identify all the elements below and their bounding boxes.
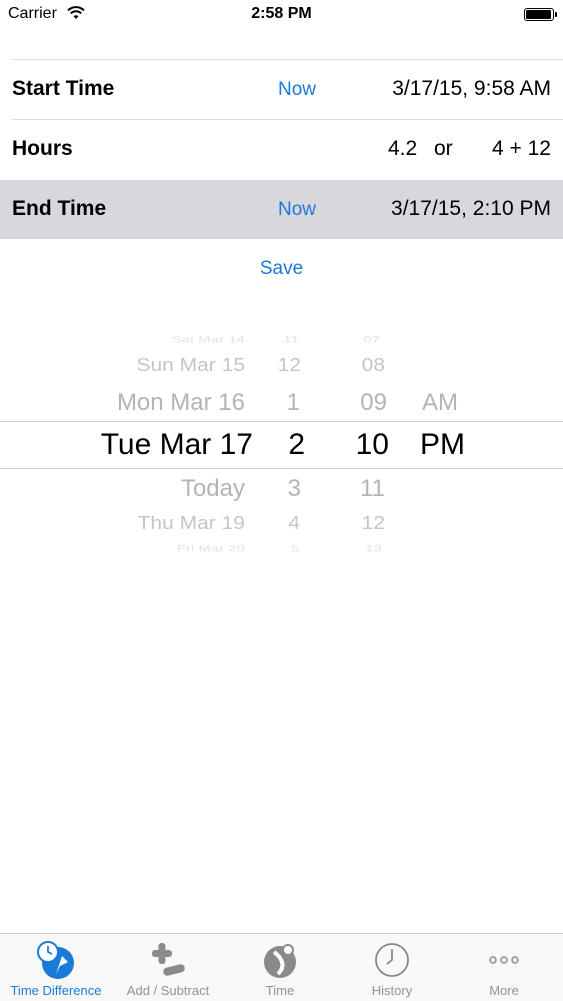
tab-time[interactable]: Time (224, 934, 336, 1001)
tab-more[interactable]: More (448, 934, 560, 1001)
picker-date-option[interactable]: Today (181, 475, 245, 503)
clock-compass-icon (37, 941, 74, 979)
picker-hour-selected[interactable]: 2 (288, 428, 305, 462)
end-now-button[interactable]: Now (278, 199, 316, 221)
picker-minute-option[interactable]: 07 (363, 334, 380, 345)
start-time-value: 3/17/15, 9:58 AM (392, 77, 551, 100)
picker-date-option[interactable]: Sat Mar 14 (172, 334, 245, 345)
picker-selection-top-line (0, 421, 563, 422)
picker-hour-option[interactable]: 11 (283, 334, 299, 345)
picker-selection-bottom-line (0, 468, 563, 469)
hours-decimal-value: 4.2 (388, 137, 418, 160)
picker-hour-option[interactable]: 4 (288, 514, 300, 535)
picker-minute-selected[interactable]: 10 (356, 428, 389, 462)
end-time-row[interactable]: End Time Now 3/17/15, 2:10 PM (0, 180, 563, 239)
picker-minute-option[interactable]: 13 (365, 543, 382, 554)
picker-date-option[interactable]: Thu Mar 19 (138, 514, 245, 535)
picker-date-selected[interactable]: Tue Mar 17 (101, 428, 253, 462)
status-bar: Carrier 2:58 PM (0, 0, 563, 30)
tab-label: More (489, 983, 519, 998)
picker-hour-option[interactable]: 5 (291, 543, 299, 554)
date-time-picker[interactable]: Sat Mar 14 Sun Mar 15 Mon Mar 16 Tue Mar… (0, 315, 563, 570)
tab-bar: Time Difference Add / Subtract Time Hist… (0, 933, 563, 1001)
hours-minutes-value: 4 + 12 (492, 137, 551, 160)
save-button[interactable]: Save (0, 258, 563, 280)
start-time-row[interactable]: Start Time Now 3/17/15, 9:58 AM (0, 60, 563, 119)
picker-date-option[interactable]: Mon Mar 16 (117, 389, 245, 417)
picker-hour-option[interactable]: 3 (288, 475, 301, 503)
picker-minute-option[interactable]: 08 (362, 356, 385, 377)
more-dots-icon (489, 956, 519, 964)
picker-minute-option[interactable]: 12 (362, 514, 385, 535)
status-time: 2:58 PM (251, 5, 312, 22)
history-clock-icon (375, 943, 409, 977)
end-time-value: 3/17/15, 2:10 PM (391, 197, 551, 220)
tab-label: Time Difference (10, 983, 102, 998)
hours-row[interactable]: Hours 4.2 or 4 + 12 (0, 120, 563, 179)
picker-date-option[interactable]: Fri Mar 20 (177, 543, 245, 554)
hours-or-label: or (434, 137, 453, 160)
hours-label: Hours (12, 137, 73, 160)
end-time-label: End Time (12, 197, 107, 220)
picker-date-option[interactable]: Sun Mar 15 (136, 356, 245, 377)
tab-label: Time (265, 983, 295, 998)
start-now-button[interactable]: Now (278, 79, 316, 101)
tab-history[interactable]: History (336, 934, 448, 1001)
picker-ampm-option[interactable]: AM (422, 389, 458, 417)
tab-time-difference[interactable]: Time Difference (0, 934, 112, 1001)
tab-add-subtract[interactable]: Add / Subtract (112, 934, 224, 1001)
picker-hour-option[interactable]: 1 (287, 389, 300, 417)
picker-minute-option[interactable]: 09 (360, 389, 387, 417)
plus-minus-icon (152, 943, 185, 976)
time-globe-icon (264, 944, 296, 978)
battery-icon (524, 8, 557, 21)
start-time-label: Start Time (12, 77, 115, 100)
picker-hour-option[interactable]: 12 (278, 356, 301, 377)
tab-label: Add / Subtract (126, 983, 210, 998)
tab-label: History (371, 983, 413, 998)
picker-ampm-selected[interactable]: PM (420, 428, 465, 462)
picker-minute-option[interactable]: 11 (360, 475, 385, 503)
